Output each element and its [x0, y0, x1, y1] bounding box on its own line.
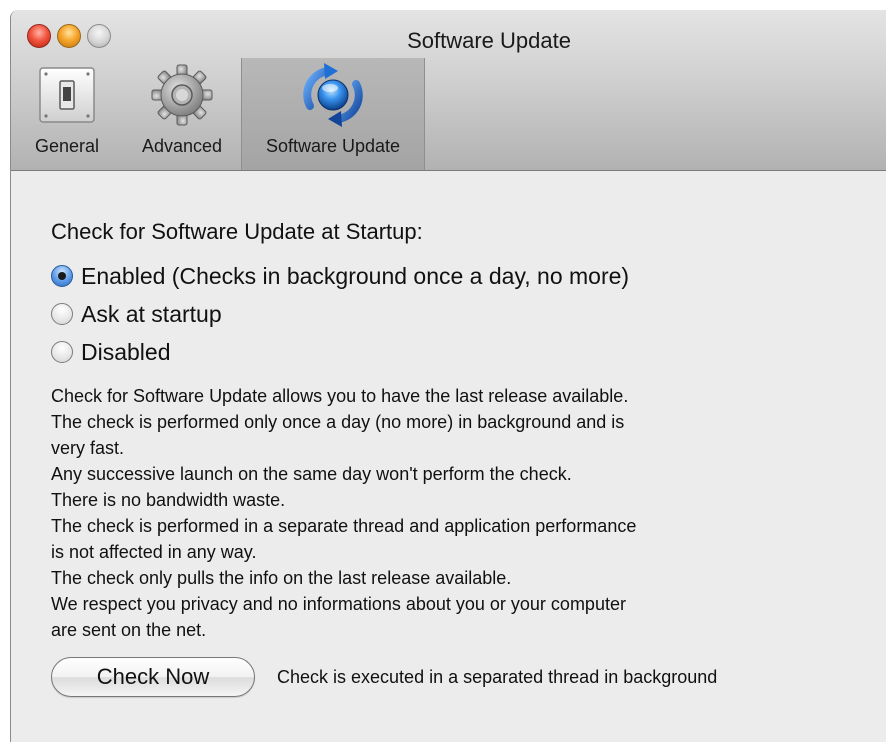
title-bar: Software Update General Advanced Softwar… — [11, 10, 886, 171]
check-now-button[interactable]: Check Now — [51, 657, 255, 697]
update-description: Check for Software Update allows you to … — [51, 383, 851, 643]
option-enabled[interactable]: Enabled (Checks in background once a day… — [51, 257, 886, 295]
tab-software-update-label: Software Update — [265, 136, 401, 156]
description-line: are sent on the net. — [51, 620, 207, 640]
option-enabled-label: Enabled (Checks in background once a day… — [81, 262, 630, 289]
option-ask-label: Ask at startup — [81, 300, 222, 327]
startup-check-heading: Check for Software Update at Startup: — [51, 219, 423, 244]
tab-general-label: General — [34, 136, 100, 156]
description-line: is not affected in any way. — [51, 542, 257, 562]
description-line: We respect you privacy and no informatio… — [51, 594, 626, 614]
tab-advanced[interactable]: Advanced — [123, 58, 241, 170]
description-line: The check is performed in a separate thr… — [51, 516, 637, 536]
toolbar: General Advanced Software Update — [11, 58, 425, 170]
description-line: The check is performed only once a day (… — [51, 412, 625, 432]
check-note: Check is executed in a separated thread … — [277, 666, 718, 687]
tab-general[interactable]: General — [11, 58, 123, 170]
window-title: Software Update — [407, 28, 571, 53]
check-row: Check Now Check is executed in a separat… — [51, 657, 886, 697]
gear-icon — [149, 62, 215, 133]
update-icon — [298, 62, 368, 133]
radio-ask-at-startup[interactable] — [51, 303, 73, 325]
radio-disabled[interactable] — [51, 341, 73, 363]
description-line: There is no bandwidth waste. — [51, 490, 286, 510]
update-settings-pane: Check for Software Update at Startup: En… — [11, 171, 886, 697]
option-disabled[interactable]: Disabled — [51, 333, 886, 371]
tab-software-update[interactable]: Software Update — [241, 58, 425, 170]
description-line: Check for Software Update allows you to … — [51, 386, 629, 406]
preferences-window: Software Update General Advanced Softwar… — [10, 10, 886, 742]
switch-icon — [36, 64, 98, 131]
option-disabled-label: Disabled — [81, 338, 171, 365]
option-ask-at-startup[interactable]: Ask at startup — [51, 295, 886, 333]
radio-enabled[interactable] — [51, 265, 73, 287]
description-line: Any successive launch on the same day wo… — [51, 464, 572, 484]
tab-advanced-label: Advanced — [141, 136, 223, 156]
description-line: very fast. — [51, 438, 125, 458]
description-line: The check only pulls the info on the las… — [51, 568, 512, 588]
